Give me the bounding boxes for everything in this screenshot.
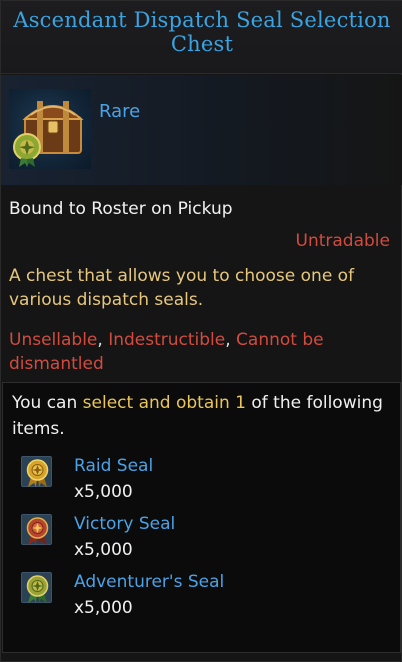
selection-box: You can select and obtain 1 of the follo… (2, 382, 401, 653)
item-flags: Unsellable, Indestructible, Cannot be di… (9, 328, 399, 376)
red-seal-icon (21, 514, 52, 545)
selection-instructions: You can select and obtain 1 of the follo… (12, 390, 392, 442)
item-title-line-2: Chest (170, 32, 234, 56)
treasure-chest-icon (9, 89, 91, 169)
selection-count: 1 (235, 393, 246, 413)
reward-quantity: x5,000 (74, 540, 133, 560)
reward-item[interactable]: Victory Seal x5,000 (21, 513, 381, 567)
reward-quantity: x5,000 (74, 482, 133, 502)
title-bar: Ascendant Dispatch Seal Selection Chest (1, 1, 402, 74)
reward-item[interactable]: Raid Seal x5,000 (21, 455, 381, 509)
item-description: A chest that allows you to choose one of… (9, 266, 355, 310)
gold-seal-icon (21, 456, 52, 487)
reward-quantity: x5,000 (74, 598, 133, 618)
selection-prefix: You can (12, 393, 78, 413)
selection-action: select and obtain (82, 393, 230, 413)
flag-separator: , (225, 330, 231, 350)
reward-name: Raid Seal (74, 456, 154, 476)
item-title-line-1: Ascendant Dispatch Seal Selection (13, 8, 391, 32)
item-header: Rare (1, 75, 402, 185)
rarity-label: Rare (99, 101, 141, 122)
flag-unsellable: Unsellable (9, 330, 98, 350)
reward-name: Victory Seal (74, 514, 176, 534)
flag-separator: , (97, 330, 103, 350)
trade-status: Untradable (295, 231, 390, 251)
green-seal-icon (21, 572, 52, 603)
bind-status: Bound to Roster on Pickup (9, 199, 233, 219)
reward-item[interactable]: Adventurer's Seal x5,000 (21, 571, 381, 625)
item-tooltip: Ascendant Dispatch Seal Selection Chest (0, 0, 402, 662)
flag-indestructible: Indestructible (108, 330, 226, 350)
reward-name: Adventurer's Seal (74, 572, 225, 592)
